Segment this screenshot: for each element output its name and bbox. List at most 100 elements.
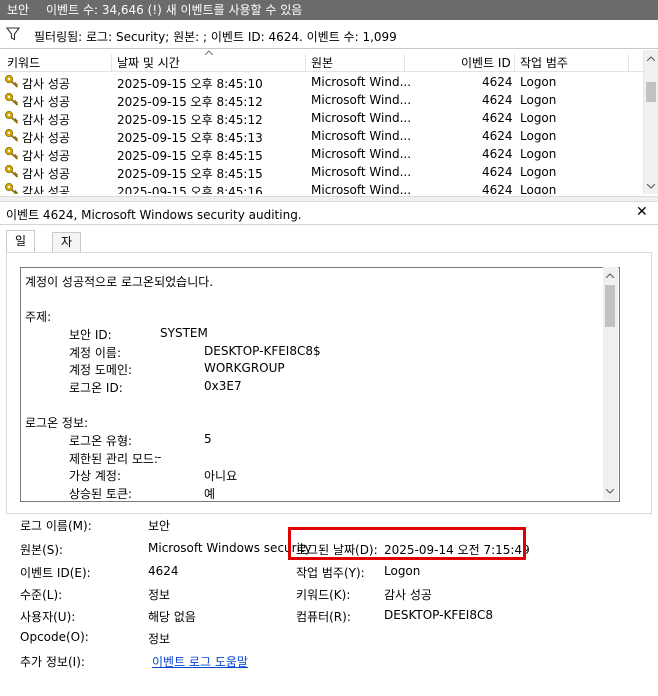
subject-label: 계정 도메인: [69,363,133,377]
task-category-value: Logon [384,564,421,578]
tab-general[interactable]: 일반 [6,230,36,269]
log-title-bar: 보안 이벤트 수: 34,646 (!) 새 이벤트를 사용할 수 있음 [0,0,658,20]
key-icon [5,111,19,124]
row-source: Microsoft Wind... [311,129,412,143]
row-datetime: 2025-09-15 오후 8:45:10 [117,77,263,91]
logon-value: - [157,450,162,464]
key-icon [5,183,18,194]
row-keyword: 감사 성공 [22,113,70,127]
logon-label: 로그온 유형: [69,434,133,448]
event-id-label: 이벤트 ID(E): [20,566,91,580]
row-source: Microsoft Wind... [311,111,412,125]
column-header-source[interactable]: 원본 [311,54,333,71]
row-datetime: 2025-09-15 오후 8:45:15 [117,167,263,181]
row-source: Microsoft Wind... [311,75,412,89]
column-header-keyword[interactable]: 키워드 [7,54,40,71]
log-name-label: 로그 이름(M): [20,519,92,533]
scroll-down-icon[interactable] [606,489,614,494]
event-details-header: 이벤트 4624, Microsoft Windows security aud… [0,202,658,225]
subject-label: 계정 이름: [69,346,122,360]
filter-text: 필터링됨: 로그: Security; 원본: ; 이벤트 ID: 4624. … [34,30,397,44]
event-list-scroll-thumb[interactable] [646,82,656,102]
opcode-label: Opcode(O): [20,630,89,644]
tab-details[interactable]: 자세히 [52,232,82,287]
log-name: 보안 [7,3,30,17]
row-event-id: 4624 [482,183,513,194]
logon-label: 가상 계정: [69,469,122,483]
log-name-value: 보안 [148,519,171,533]
table-row[interactable]: 감사 성공 2025-09-15 오후 8:45:15 Microsoft Wi… [0,145,643,163]
user-value: 해당 없음 [148,610,196,624]
row-keyword: 감사 성공 [22,95,70,109]
row-category: Logon [520,111,557,125]
logon-label: 상승된 토큰: [69,487,133,501]
row-source: Microsoft Wind... [311,183,412,194]
filter-icon [6,27,20,41]
table-row[interactable]: 감사 성공 2025-09-15 오후 8:45:13 Microsoft Wi… [0,127,643,145]
logon-label: 제한된 관리 모드: [69,452,158,466]
row-category: Logon [520,75,557,89]
subject-value: DESKTOP-KFEI8C8$ [204,344,321,358]
row-keyword: 감사 성공 [22,167,70,181]
computer-value: DESKTOP-KFEI8C8 [384,608,493,622]
event-details-title: 이벤트 4624, Microsoft Windows security aud… [6,208,302,222]
opcode-value: 정보 [148,632,171,646]
row-category: Logon [520,165,557,179]
row-keyword: 감사 성공 [22,77,70,91]
description-scrollbar[interactable] [603,267,618,500]
level-label: 수준(L): [20,588,63,602]
column-header-category[interactable]: 작업 범주 [520,54,568,71]
user-label: 사용자(U): [20,610,76,624]
logon-header: 로그온 정보: [25,416,89,430]
table-row[interactable]: 감사 성공 2025-09-15 오후 8:45:15 Microsoft Wi… [0,163,643,181]
column-header-datetime[interactable]: 날짜 및 시간 [117,54,180,71]
close-icon[interactable]: ✕ [636,204,648,220]
logon-value: 예 [204,487,216,501]
table-row[interactable]: 감사 성공 2025-09-15 오후 8:45:10 Microsoft Wi… [0,73,643,91]
row-datetime: 2025-09-15 오후 8:45:13 [117,131,263,145]
column-header-row: 키워드 날짜 및 시간 원본 이벤트 ID 작업 범주 [0,50,643,72]
highlight-box [288,527,526,560]
key-icon [5,147,19,160]
level-value: 정보 [148,588,171,602]
table-row[interactable]: 감사 성공 2025-09-15 오후 8:45:12 Microsoft Wi… [0,109,643,127]
key-icon [5,165,19,178]
scroll-up-icon[interactable] [647,56,655,61]
table-row[interactable]: 감사 성공 2025-09-15 오후 8:45:12 Microsoft Wi… [0,91,643,109]
event-description-box[interactable]: 계정이 성공적으로 로그온되었습니다. 주제: 보안 ID: SYSTEM 계정… [20,267,620,502]
row-category: Logon [520,93,557,107]
event-list[interactable]: 키워드 날짜 및 시간 원본 이벤트 ID 작업 범주 감사 성공 2025-0… [0,50,643,194]
row-category: Logon [520,129,557,143]
keywords-label: 키워드(K): [296,588,351,602]
source-label: 원본(S): [20,543,64,557]
table-row[interactable]: 감사 성공 2025-09-15 오후 8:45:16 Microsoft Wi… [0,181,643,194]
column-header-event-id[interactable]: 이벤트 ID [461,54,511,71]
event-list-scrollbar[interactable] [643,50,658,194]
sort-ascending-icon [205,50,213,55]
row-event-id: 4624 [482,93,513,107]
event-log-help-link[interactable]: 이벤트 로그 도움말 [152,653,248,670]
row-category: Logon [520,147,557,161]
logon-value: 5 [204,432,212,446]
scroll-up-icon[interactable] [606,273,614,278]
more-info-label: 추가 정보(I): [20,655,85,669]
row-event-id: 4624 [482,165,513,179]
row-event-id: 4624 [482,111,513,125]
key-icon [5,75,19,88]
row-event-id: 4624 [482,129,513,143]
subject-label: 보안 ID: [69,328,112,342]
key-icon [5,129,19,142]
subject-value: 0x3E7 [204,379,242,393]
description-scroll-thumb[interactable] [605,285,615,327]
row-category: Logon [520,183,557,194]
subject-value: SYSTEM [160,326,208,340]
description-intro: 계정이 성공적으로 로그온되었습니다. [25,275,214,289]
scroll-down-icon[interactable] [647,184,655,189]
computer-label: 컴퓨터(R): [296,610,351,624]
task-category-label: 작업 범주(Y): [296,566,365,580]
row-keyword: 감사 성공 [22,149,70,163]
row-keyword: 감사 성공 [22,185,70,194]
subject-value: WORKGROUP [204,361,285,375]
row-source: Microsoft Wind... [311,147,412,161]
row-source: Microsoft Wind... [311,165,412,179]
